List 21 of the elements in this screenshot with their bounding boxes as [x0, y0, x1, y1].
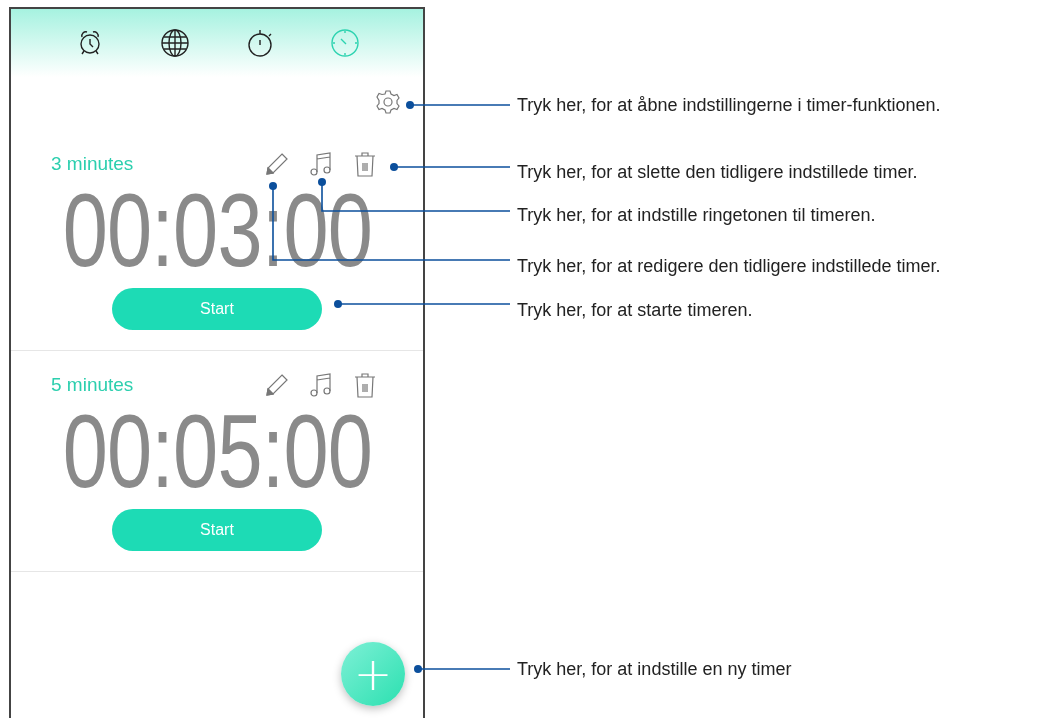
- callout-text: Tryk her, for at starte timeren.: [517, 299, 753, 322]
- trash-icon[interactable]: [353, 372, 377, 398]
- callout-text: Tryk her, for at redigere den tidligere indstillede timer.: [517, 255, 941, 278]
- globe-icon: [159, 28, 190, 58]
- add-button[interactable]: +: [341, 642, 405, 706]
- music-note-icon[interactable]: [309, 372, 333, 398]
- callout-text: Tryk her, for at indstille en ny timer: [517, 658, 792, 681]
- start-button[interactable]: Start: [112, 288, 322, 330]
- timer-label: 3 minutes: [51, 153, 134, 175]
- callout-text: Tryk her, for at indstille ringetonen til timeren.: [517, 204, 876, 227]
- pencil-icon[interactable]: [265, 152, 289, 176]
- start-button[interactable]: Start: [112, 509, 322, 551]
- trash-icon[interactable]: [353, 151, 377, 177]
- timer-time: 00:05:00: [62, 401, 372, 501]
- callout-text: Tryk her, for at slette den tidligere indstillede timer.: [517, 161, 918, 184]
- settings-icon[interactable]: [375, 88, 401, 115]
- timer-icon: [329, 28, 360, 58]
- callout-text: Tryk her, for at åbne indstillingerne i timer-funktionen.: [517, 94, 941, 117]
- timer-label: 5 minutes: [51, 374, 134, 396]
- music-note-icon[interactable]: [309, 151, 333, 177]
- pencil-icon[interactable]: [265, 373, 289, 397]
